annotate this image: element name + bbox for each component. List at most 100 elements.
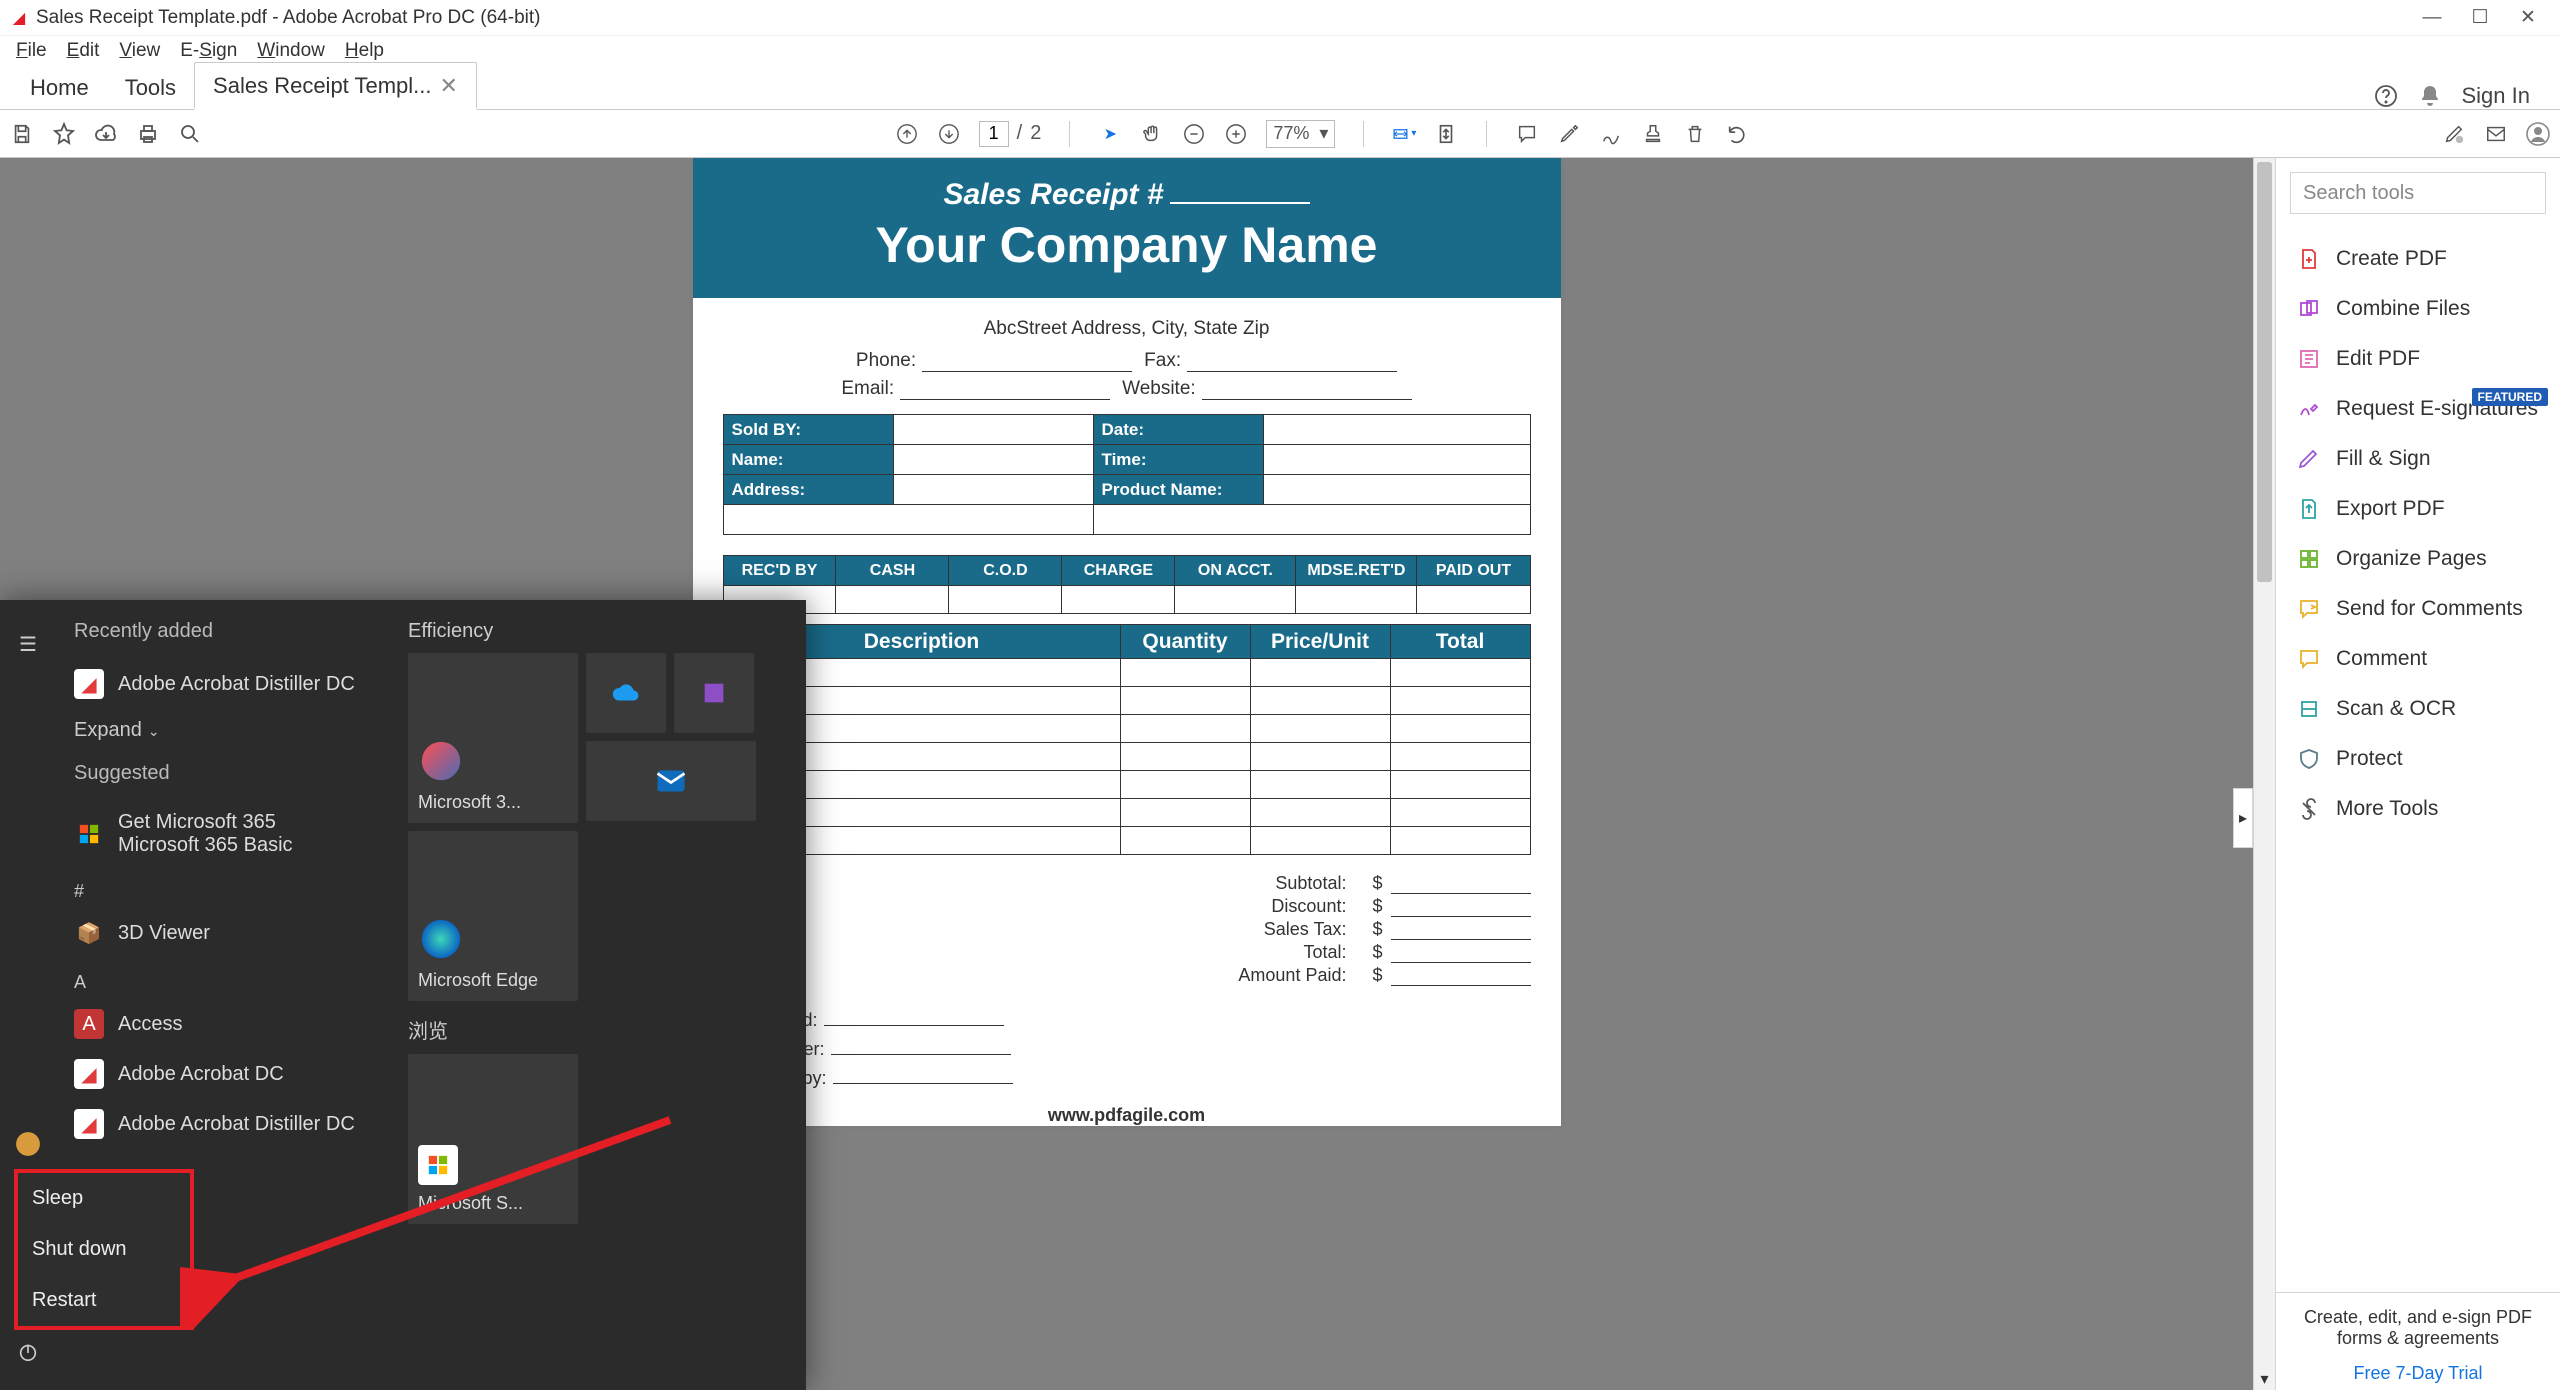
tool-edit-pdf[interactable]: Edit PDF bbox=[2276, 334, 2560, 384]
signin-button[interactable]: Sign In bbox=[2462, 83, 2531, 109]
promo-text: Create, edit, and e-sign PDF forms & agr… bbox=[2276, 1292, 2560, 1363]
close-button[interactable]: ✕ bbox=[2504, 0, 2552, 36]
receipt-header: Sales Receipt # Your Company Name bbox=[693, 158, 1561, 298]
undo-icon[interactable] bbox=[1725, 122, 1749, 146]
power-restart[interactable]: Restart bbox=[18, 1275, 190, 1326]
hand-icon[interactable] bbox=[1140, 122, 1164, 146]
tool-comment[interactable]: Comment bbox=[2276, 634, 2560, 684]
letter-a[interactable]: A bbox=[66, 958, 386, 999]
search-tools-input[interactable]: Search tools bbox=[2290, 172, 2546, 214]
help-icon[interactable] bbox=[2374, 84, 2398, 108]
app-acrobat-distiller[interactable]: ◢Adobe Acrobat Distiller DC bbox=[66, 1099, 386, 1149]
app-3dviewer[interactable]: 📦3D Viewer bbox=[66, 908, 386, 958]
menu-edit[interactable]: Edit bbox=[57, 36, 110, 66]
page-down-icon[interactable] bbox=[937, 122, 961, 146]
power-shutdown[interactable]: Shut down bbox=[18, 1224, 190, 1275]
tile-onenote[interactable] bbox=[674, 653, 754, 733]
start-avatar-icon[interactable] bbox=[8, 1124, 48, 1164]
tool-more-tools[interactable]: More Tools bbox=[2276, 784, 2560, 834]
tabbar: Home Tools Sales Receipt Templ...✕ Sign … bbox=[0, 66, 2560, 110]
mail-icon[interactable] bbox=[2484, 122, 2508, 146]
save-icon[interactable] bbox=[10, 122, 34, 146]
scrollbar-thumb[interactable] bbox=[2257, 162, 2272, 582]
tile-onedrive[interactable] bbox=[586, 653, 666, 733]
tool-scan-ocr[interactable]: Scan & OCR bbox=[2276, 684, 2560, 734]
combine-files-icon bbox=[2296, 296, 2322, 322]
tile-msstore[interactable]: Microsoft S... bbox=[408, 1054, 578, 1224]
start-power-icon[interactable] bbox=[8, 1332, 48, 1372]
expand-button[interactable]: Expand⌄ bbox=[66, 709, 386, 752]
more-tools-icon bbox=[2296, 796, 2322, 822]
letter-hash[interactable]: # bbox=[66, 867, 386, 908]
tab-document[interactable]: Sales Receipt Templ...✕ bbox=[194, 62, 477, 110]
zoom-in-icon[interactable] bbox=[1224, 122, 1248, 146]
website-label: Website: bbox=[1122, 378, 1196, 400]
app-acrobat[interactable]: ◢Adobe Acrobat DC bbox=[66, 1049, 386, 1099]
draw-icon[interactable] bbox=[1599, 122, 1623, 146]
maximize-button[interactable]: ☐ bbox=[2456, 0, 2504, 36]
signature-icon bbox=[2296, 396, 2322, 422]
tool-fill-sign[interactable]: Fill & Sign bbox=[2276, 434, 2560, 484]
tool-request-e-signatures[interactable]: Request E-signaturesFEATURED bbox=[2276, 384, 2560, 434]
tab-tools[interactable]: Tools bbox=[107, 65, 194, 109]
edit-pdf-icon bbox=[2296, 346, 2322, 372]
tool-label: Edit PDF bbox=[2336, 347, 2420, 371]
bell-icon[interactable] bbox=[2418, 84, 2442, 108]
featured-badge: FEATURED bbox=[2472, 388, 2548, 406]
zoom-select[interactable]: 77%▾ bbox=[1266, 120, 1335, 148]
app-distiller[interactable]: ◢ Adobe Acrobat Distiller DC bbox=[66, 659, 386, 709]
menu-view[interactable]: View bbox=[109, 36, 170, 66]
tool-label: Comment bbox=[2336, 647, 2427, 671]
start-tiles: Efficiency Microsoft 3... Microsoft Edge… bbox=[396, 600, 806, 1390]
tile-edge[interactable]: Microsoft Edge bbox=[408, 831, 578, 1001]
browse-heading: 浏览 bbox=[408, 1001, 794, 1054]
titlebar: ◢ Sales Receipt Template.pdf - Adobe Acr… bbox=[0, 0, 2560, 36]
star-icon[interactable] bbox=[52, 122, 76, 146]
recently-added-heading: Recently added bbox=[66, 616, 386, 659]
tool-label: Send for Comments bbox=[2336, 597, 2523, 621]
cloud-icon[interactable] bbox=[94, 122, 118, 146]
tool-combine-files[interactable]: Combine Files bbox=[2276, 284, 2560, 334]
stamp-icon[interactable] bbox=[1641, 122, 1665, 146]
vertical-scrollbar[interactable]: ▾ bbox=[2253, 158, 2275, 1390]
tool-organize-pages[interactable]: Organize Pages bbox=[2276, 534, 2560, 584]
tab-close-icon[interactable]: ✕ bbox=[440, 73, 458, 98]
tile-outlook[interactable] bbox=[586, 741, 756, 821]
account-icon[interactable] bbox=[2526, 122, 2550, 146]
tool-export-pdf[interactable]: Export PDF bbox=[2276, 484, 2560, 534]
email-label: Email: bbox=[841, 378, 894, 400]
scroll-mode-icon[interactable] bbox=[1434, 122, 1458, 146]
tab-home[interactable]: Home bbox=[12, 65, 107, 109]
trial-link[interactable]: Free 7-Day Trial bbox=[2276, 1363, 2560, 1390]
app-access[interactable]: AAccess bbox=[66, 999, 386, 1049]
menu-file[interactable]: File bbox=[6, 36, 57, 66]
note-icon[interactable] bbox=[1515, 122, 1539, 146]
company-address: AbcStreet Address, City, State Zip bbox=[693, 298, 1561, 346]
page-input[interactable] bbox=[979, 121, 1009, 147]
tool-protect[interactable]: Protect bbox=[2276, 734, 2560, 784]
highlight-icon[interactable] bbox=[1557, 122, 1581, 146]
pointer-icon[interactable]: ➤ bbox=[1098, 122, 1122, 146]
tool-create-pdf[interactable]: Create PDF bbox=[2276, 234, 2560, 284]
tool-label: Scan & OCR bbox=[2336, 697, 2456, 721]
print-icon[interactable] bbox=[136, 122, 160, 146]
edit-icon[interactable] bbox=[2442, 122, 2466, 146]
scroll-down-icon[interactable]: ▾ bbox=[2254, 1368, 2275, 1390]
payment-table: REC'D BYCASHC.O.D CHARGEON ACCT.MDSE.RET… bbox=[723, 555, 1531, 614]
tool-send-for-comments[interactable]: Send for Comments bbox=[2276, 584, 2560, 634]
company-name: Your Company Name bbox=[693, 216, 1561, 274]
app-suggested-m365[interactable]: Get Microsoft 365Microsoft 365 Basic bbox=[66, 801, 386, 867]
meta-table: Sold BY:Date: Name:Time: Address:Product… bbox=[723, 414, 1531, 535]
magnify-icon[interactable] bbox=[178, 122, 202, 146]
power-menu: Sleep Shut down Restart bbox=[14, 1169, 194, 1330]
zoom-out-icon[interactable] bbox=[1182, 122, 1206, 146]
tile-m365[interactable]: Microsoft 3... bbox=[408, 653, 578, 823]
fit-width-icon[interactable]: ▾ bbox=[1392, 122, 1416, 146]
page-up-icon[interactable] bbox=[895, 122, 919, 146]
panel-toggle[interactable]: ▸ bbox=[2233, 788, 2253, 848]
organize-pages-icon bbox=[2296, 546, 2322, 572]
minimize-button[interactable]: — bbox=[2408, 0, 2456, 36]
delete-icon[interactable] bbox=[1683, 122, 1707, 146]
power-sleep[interactable]: Sleep bbox=[18, 1173, 190, 1224]
start-hamburger-icon[interactable]: ☰ bbox=[8, 624, 48, 664]
